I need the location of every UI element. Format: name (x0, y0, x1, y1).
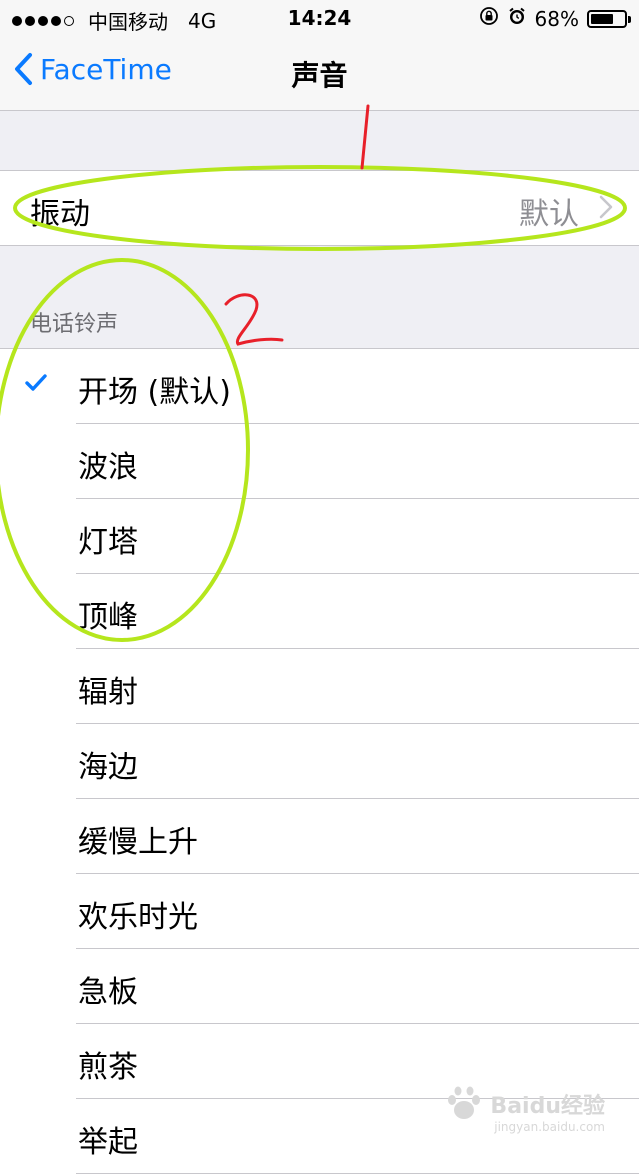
ringtone-item[interactable]: 开场 (默认) (25, 349, 639, 424)
vibration-value: 默认 (519, 197, 579, 232)
ringtone-list: 开场 (默认) 波浪 灯塔 顶峰 辐射 海边 缓慢上升 欢乐时光 急板 煎茶 举… (0, 348, 639, 1174)
ringtone-item[interactable]: 缓慢上升 (76, 799, 639, 874)
ringtone-label: 煎茶 (78, 1050, 138, 1085)
alarm-icon (507, 6, 527, 31)
ringtone-label: 辐射 (78, 675, 138, 710)
annotation-marker-1 (360, 104, 370, 170)
ringtone-item[interactable]: 欢乐时光 (76, 874, 639, 949)
navigation-bar: FaceTime 声音 (0, 38, 639, 111)
ringtone-label: 灯塔 (78, 525, 138, 560)
ringtone-item[interactable]: 灯塔 (76, 499, 639, 574)
vibration-row[interactable]: 振动 默认 (0, 170, 639, 246)
rotation-lock-icon (479, 6, 499, 31)
watermark-url: jingyan.baidu.com (494, 1120, 605, 1134)
battery-level (591, 13, 613, 24)
baidu-paw-icon (448, 1086, 481, 1119)
vibration-label: 振动 (30, 197, 90, 232)
ringtone-section-header: 电话铃声 (30, 312, 119, 337)
ringtone-label: 举起 (78, 1125, 138, 1160)
ringtone-item[interactable]: 急板 (76, 949, 639, 1024)
ringtone-item[interactable]: 顶峰 (76, 574, 639, 649)
checkmark-icon (25, 374, 47, 391)
ringtone-label: 开场 (默认) (78, 375, 231, 410)
ringtone-item[interactable]: 海边 (76, 724, 639, 799)
annotation-marker-2 (224, 293, 284, 346)
ringtone-label: 欢乐时光 (78, 900, 198, 935)
ringtone-label: 海边 (78, 750, 138, 785)
ringtone-label: 缓慢上升 (78, 825, 198, 860)
baidu-watermark: Baidu经验 jingyan.baidu.com (444, 1086, 605, 1134)
page-title: 声音 (291, 59, 348, 92)
status-bar: 中国移动 4G 14:24 68% (0, 0, 639, 38)
chevron-right-icon (599, 195, 613, 219)
ringtone-label: 急板 (78, 975, 138, 1010)
battery-icon (587, 9, 631, 28)
battery-percent: 68% (534, 6, 579, 31)
status-right: 68% (479, 6, 631, 31)
watermark-brand: Baidu经验 (490, 1094, 605, 1119)
ringtone-label: 顶峰 (78, 600, 138, 635)
ringtone-label: 波浪 (78, 450, 138, 485)
ringtone-item[interactable]: 波浪 (76, 424, 639, 499)
ringtone-item[interactable]: 辐射 (76, 649, 639, 724)
